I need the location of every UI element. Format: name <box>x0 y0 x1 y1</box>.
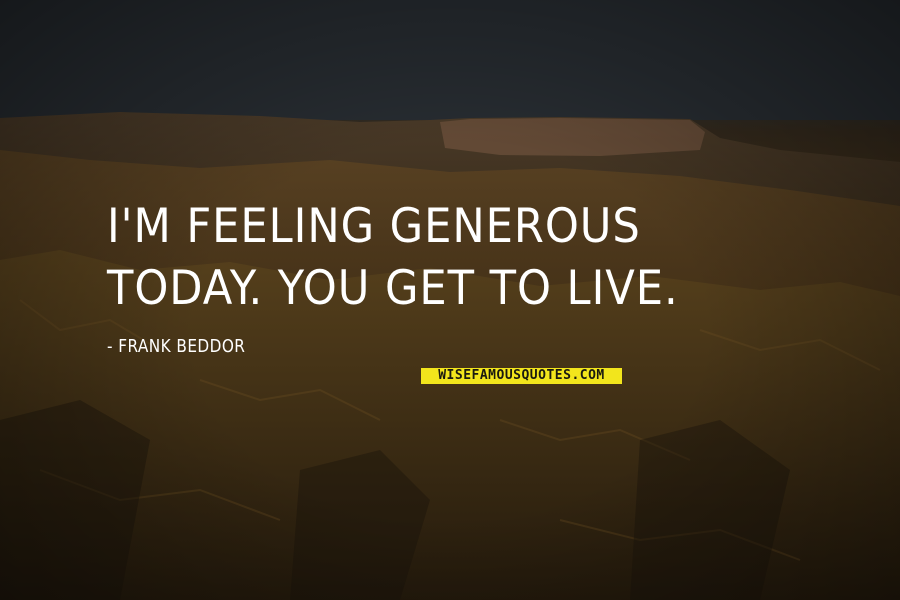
quote-author: - Frank Beddor <box>107 336 246 357</box>
quote-card: I'm feeling generous today. You get to l… <box>0 0 900 600</box>
site-watermark-logo: WISEFAMOUSQUOTES.COM <box>421 368 622 384</box>
quote-text: I'm feeling generous today. You get to l… <box>107 199 679 316</box>
